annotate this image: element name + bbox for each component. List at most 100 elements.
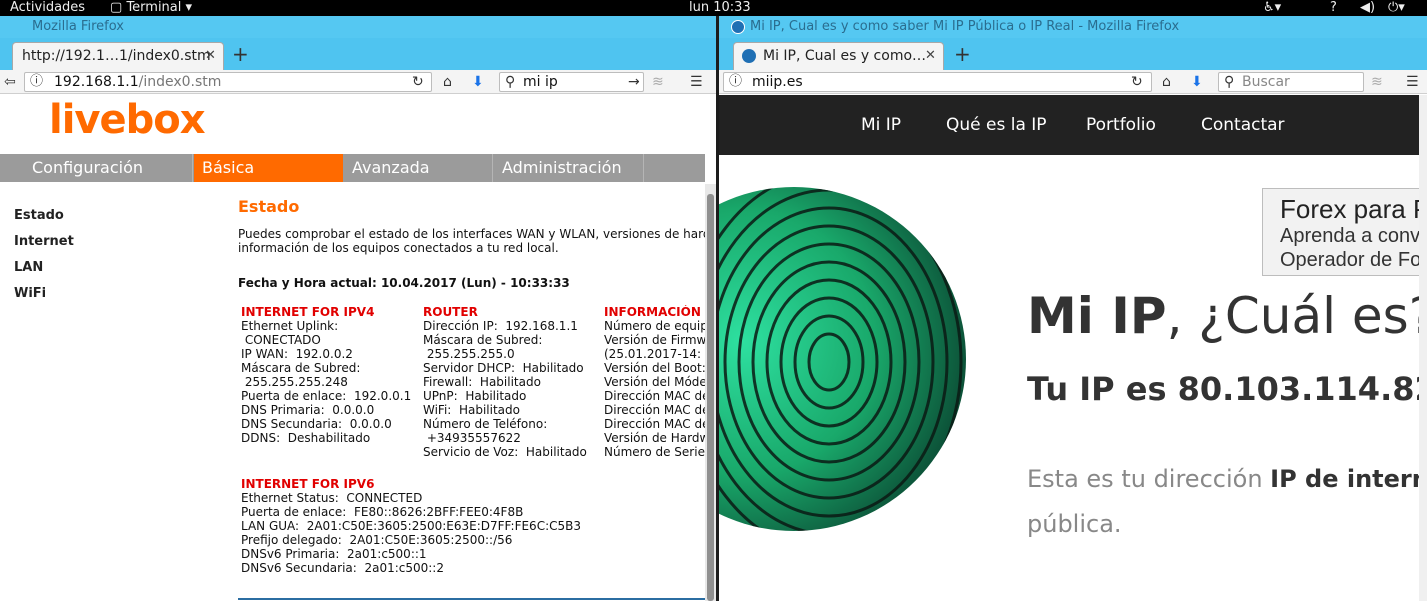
terminal-label: Terminal — [126, 0, 182, 15]
power-icon[interactable]: ⏻▾ — [1388, 0, 1405, 16]
hamburger-menu-icon[interactable]: ☰ — [1406, 72, 1419, 92]
info-line: CONECTADO — [241, 333, 321, 347]
info-line: Firewall: Habilitado — [423, 375, 541, 389]
menu-administracion[interactable]: Administración — [494, 154, 644, 182]
sidebar-item-wifi[interactable]: WiFi — [14, 286, 46, 301]
info-line: DDNS: Deshabilitado — [241, 431, 371, 445]
router-main-menu: Configuración rápida Básica Avanzada Adm… — [0, 154, 705, 205]
router-page: livebox Configuración rápida Básica Avan… — [0, 95, 716, 601]
terminal-icon: ▢ — [110, 0, 123, 15]
forex-ad[interactable]: Forex para Pr Aprenda a convert Operador… — [1262, 188, 1427, 276]
new-tab-button[interactable]: + — [954, 44, 971, 64]
vertical-scrollbar[interactable] — [705, 184, 716, 601]
navigation-toolbar: ⇦ ⓘ 192.168.1.1/index0.stm ↻ ⌂ ⬇ ⚲ mi ip… — [0, 70, 716, 94]
chevron-down-icon: ▾ — [185, 0, 193, 15]
vertical-scrollbar[interactable] — [1419, 95, 1427, 601]
reload-icon[interactable]: ↻ — [412, 72, 424, 92]
info-line: DNS Secundaria: 0.0.0.0 — [241, 417, 392, 431]
firefox-window-miip: Mi IP, Cual es y como saber Mi IP Públic… — [719, 16, 1427, 601]
sidebar-item-internet[interactable]: Internet — [14, 234, 74, 249]
new-tab-button[interactable]: + — [232, 44, 249, 64]
info-line: Prefijo delegado: 2A01:C50E:3605:2500::/… — [241, 533, 513, 547]
ipv4-lines: Ethernet Uplink: CONECTADO IP WAN: 192.0.… — [241, 319, 421, 445]
tab-title: http://192.1…1/index0.stm — [22, 48, 211, 64]
search-value: mi ip — [523, 74, 558, 90]
info-line: 255.255.255.0 — [423, 347, 515, 361]
info-line: (25.01.2017-14: — [604, 347, 702, 361]
description-line: Esta es tu dirección IP de internet — [1027, 465, 1427, 493]
site-nav: Mi IP Qué es la IP Portfolio Contactar — [719, 95, 1427, 155]
info-line: Dirección MAC de — [604, 389, 705, 403]
description-line: información de los equipos conectados a … — [238, 241, 559, 255]
activities-button[interactable]: Actividades — [10, 0, 85, 16]
site-favicon-icon — [731, 20, 745, 34]
ad-line: Aprenda a convert — [1280, 225, 1427, 247]
desc-prefix: Esta es tu dirección — [1027, 465, 1271, 493]
tab-strip: Mi IP, Cual es y como… ✕ + — [719, 38, 1427, 70]
search-go-icon[interactable]: → — [628, 72, 640, 92]
nav-portfolio[interactable]: Portfolio — [1086, 115, 1156, 135]
info-line: Dirección MAC de — [604, 403, 705, 417]
section-description: Puedes comprobar el estado de los interf… — [238, 227, 708, 255]
menu-avanzada[interactable]: Avanzada — [344, 154, 493, 182]
tab-router[interactable]: http://192.1…1/index0.stm ✕ — [12, 42, 224, 70]
back-icon[interactable]: ⇦ — [4, 72, 16, 92]
home-icon[interactable]: ⌂ — [443, 72, 452, 92]
window-title: Mozilla Firefox — [32, 19, 124, 34]
tab-title: Mi IP, Cual es y como… — [763, 48, 927, 64]
url-bar[interactable]: ⓘ 192.168.1.1/index0.stm ↻ — [24, 72, 432, 92]
fingerprint-image — [719, 187, 966, 531]
info-line: Versión del Boot: — [604, 361, 705, 375]
ipv6-heading: INTERNET FOR IPV6 — [241, 477, 375, 491]
clock[interactable]: lun 10:33 — [689, 0, 751, 16]
window-titlebar: Mozilla Firefox — [0, 16, 716, 38]
accessibility-icon[interactable]: ♿▾ — [1263, 0, 1281, 16]
scrollbar-thumb[interactable] — [707, 194, 714, 601]
nav-que-es-la-ip[interactable]: Qué es la IP — [946, 115, 1047, 135]
close-icon[interactable]: ✕ — [925, 48, 936, 63]
navigation-toolbar: ⓘ miip.es ↻ ⌂ ⬇ ⚲ Buscar ≋ ☰ — [719, 70, 1427, 94]
home-icon[interactable]: ⌂ — [1162, 72, 1171, 92]
ad-line: Operador de Forex — [1280, 249, 1427, 271]
url-text: miip.es — [752, 74, 803, 90]
sidebar-item-lan[interactable]: LAN — [14, 260, 43, 275]
nav-mi-ip[interactable]: Mi IP — [861, 115, 901, 135]
search-input[interactable]: ⚲ Buscar — [1218, 72, 1364, 92]
firefox-window-router: Mozilla Firefox http://192.1…1/index0.st… — [0, 16, 716, 601]
desc-bold: IP de internet — [1270, 465, 1427, 493]
information-lines: Número de equipo Versión de Firmw (25.01.2… — [604, 319, 705, 459]
hamburger-menu-icon[interactable]: ☰ — [690, 72, 703, 92]
ipv6-lines: Ethernet Status: CONNECTED Puerta de enla… — [241, 491, 701, 575]
reload-icon[interactable]: ↻ — [1131, 72, 1143, 92]
info-line: +34935557622 — [423, 431, 521, 445]
info-line: Versión de Hardw — [604, 431, 705, 445]
info-line: WiFi: Habilitado — [423, 403, 520, 417]
info-icon[interactable]: ⓘ — [729, 72, 742, 92]
info-line: Servidor DHCP: Habilitado — [423, 361, 584, 375]
info-line: Número de Serie — [604, 445, 705, 459]
info-line: DNSv6 Secundaria: 2a01:c500::2 — [241, 561, 444, 575]
download-icon[interactable]: ⬇ — [472, 72, 484, 92]
divider — [238, 598, 705, 600]
volume-icon[interactable]: ◀) — [1360, 0, 1375, 16]
nav-contactar[interactable]: Contactar — [1201, 115, 1285, 135]
download-icon[interactable]: ⬇ — [1191, 72, 1203, 92]
menu-configuracion-rapida[interactable]: Configuración rápida — [24, 154, 193, 205]
tab-miip[interactable]: Mi IP, Cual es y como… ✕ — [733, 42, 944, 70]
search-input[interactable]: ⚲ mi ip → — [499, 72, 644, 92]
router-heading: ROUTER — [423, 305, 478, 319]
terminal-app-menu[interactable]: ▢ Terminal ▾ — [110, 0, 192, 16]
rss-icon[interactable]: ≋ — [652, 72, 664, 92]
close-icon[interactable]: ✕ — [205, 48, 216, 63]
sidebar-item-estado[interactable]: Estado — [14, 208, 64, 223]
info-icon[interactable]: ⓘ — [30, 72, 43, 92]
info-line: Número de equipo — [604, 319, 705, 333]
url-bar[interactable]: ⓘ miip.es ↻ — [723, 72, 1152, 92]
info-line: LAN GUA: 2A01:C50E:3605:2500:E63E:D7FF:F… — [241, 519, 581, 533]
menu-basica[interactable]: Básica — [194, 154, 343, 182]
info-line: Versión del Móde — [604, 375, 705, 389]
rss-icon[interactable]: ≋ — [1371, 72, 1383, 92]
network-icon[interactable]: ? — [1330, 0, 1337, 16]
current-datetime: Fecha y Hora actual: 10.04.2017 (Lun) - … — [238, 276, 570, 290]
info-line: Puerta de enlace: 192.0.0.1 — [241, 389, 412, 403]
